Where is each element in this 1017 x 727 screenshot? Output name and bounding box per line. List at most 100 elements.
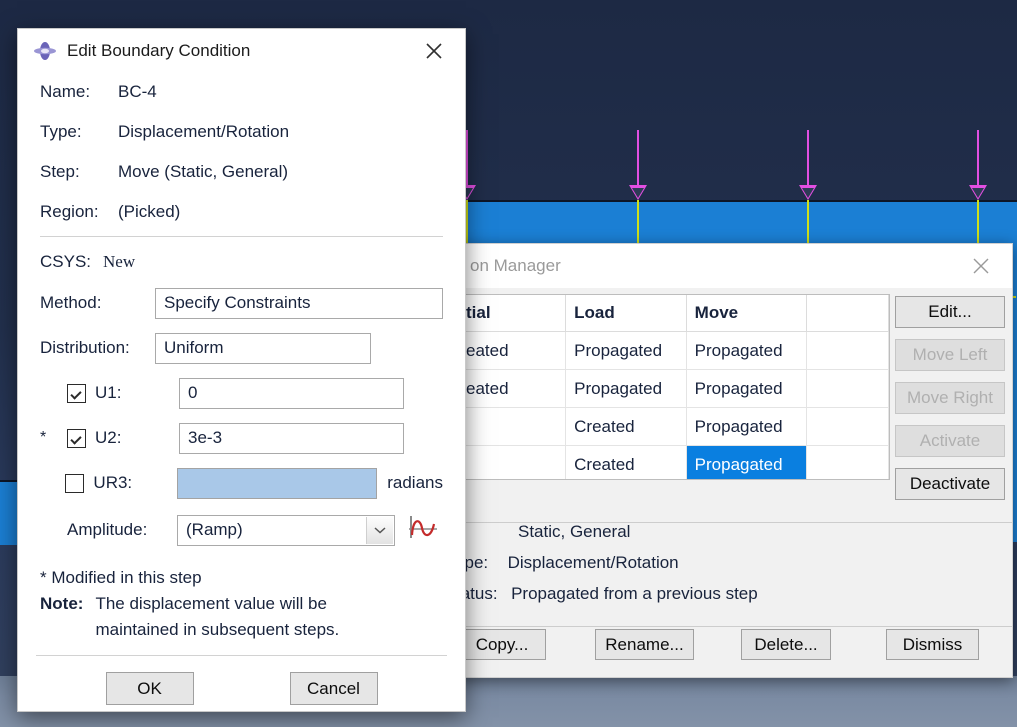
cell-move[interactable]: Propagated [686,331,808,370]
rename-button[interactable]: Rename... [595,629,694,660]
bc-spinner-icon [32,38,58,64]
name-value: BC-4 [118,81,157,101]
info-line1-value: Static, General [518,522,631,541]
col-header-blank[interactable] [806,295,889,332]
table-header-row: tial Load Move [458,295,889,332]
method-label: Method: [40,293,102,312]
cell-blank[interactable] [806,407,889,446]
info-line2-value: Displacement/Rotation [507,553,679,572]
cell-move[interactable]: Propagated [686,407,808,446]
ur3-units-label: radians [387,473,443,492]
col-header-move[interactable]: Move [686,295,808,332]
info-line3-value: Propagated from a previous step [511,584,758,603]
note-line-1: The displacement value will be [95,594,327,613]
activate-button[interactable]: Activate [895,425,1005,457]
field-row-type: Type: Displacement/Rotation [40,113,443,150]
csys-label: CSYS: [40,252,92,271]
dismiss-button[interactable]: Dismiss [886,629,979,660]
field-row-amplitude: Amplitude: (Ramp) [40,507,443,553]
part-left-edge [0,480,17,482]
u1-checkbox[interactable] [67,383,86,403]
region-value[interactable]: (Picked) [118,202,180,222]
manager-info-line2: ype: Displacement/Rotation [456,553,679,573]
type-label: Type: [40,121,82,141]
field-row-csys: CSYS: New [40,245,443,279]
cell-load[interactable]: Created [565,445,687,479]
boundary-condition-manager-window[interactable]: on Manager tial Load Move eated Propagat… [455,243,1013,678]
cell-blank[interactable] [806,331,889,370]
load-arrow-head-inner [972,188,984,198]
u2-modified-marker: * [40,429,47,446]
manager-divider-bottom [456,626,1012,627]
amplitude-select[interactable]: (Ramp) [177,514,395,546]
cell-load[interactable]: Propagated [565,331,687,370]
manager-side-buttons: Edit... Move Left Move Right Activate De… [895,296,1005,511]
region-label: Region: [40,201,99,221]
modified-footnote: * Modified in this step [40,568,202,587]
part-body-left [0,482,17,545]
amplitude-label: Amplitude: [67,520,148,539]
u2-label: U2: [95,428,122,447]
copy-button[interactable]: Copy... [458,629,546,660]
u1-input[interactable]: 0 [179,377,404,409]
deactivate-button[interactable]: Deactivate [895,468,1005,500]
dialog-notes: * Modified in this step Note: The displa… [40,565,443,643]
note-line-2: maintained in subsequent steps. [95,620,340,639]
bc-marker [807,200,809,244]
cell-initial[interactable] [458,407,567,446]
u2-checkbox[interactable] [67,428,86,448]
cell-move[interactable]: Propagated [686,369,808,408]
step-label: Step: [40,161,80,181]
part-body-top [460,202,1017,244]
cell-initial[interactable]: eated [458,369,567,408]
table-row: eated Propagated Propagated [458,369,889,408]
table-row: Created Propagated [458,407,889,446]
cell-blank[interactable] [806,445,889,479]
method-select[interactable]: Specify Constraints [155,287,443,319]
manager-title-text: on Manager [470,256,561,275]
cell-load[interactable]: Created [565,407,687,446]
delete-button[interactable]: Delete... [741,629,831,660]
cell-blank[interactable] [806,369,889,408]
distribution-select[interactable]: Uniform [155,332,371,364]
edit-button[interactable]: Edit... [895,296,1005,328]
move-left-button[interactable]: Move Left [895,339,1005,371]
cancel-button[interactable]: Cancel [289,672,378,705]
edit-dialog-title-bar: Edit Boundary Condition [18,29,465,73]
manager-info-line3: tatus: Propagated from a previous step [456,584,758,604]
ur3-checkbox[interactable] [65,473,85,493]
manager-title-bar: on Manager [456,244,1012,288]
manager-close-button[interactable] [960,246,1002,286]
dialog-action-buttons: OK Cancel [40,672,443,705]
cell-initial[interactable] [458,445,567,479]
edit-boundary-condition-dialog[interactable]: Edit Boundary Condition Name: BC-4 Type:… [17,28,466,712]
note-label: Note: [40,594,84,613]
edit-dialog-close-button[interactable] [413,31,455,71]
u2-value: 3e-3 [188,428,223,447]
bc-manager-table: tial Load Move eated Propagated Propagat… [458,295,889,479]
field-row-region: Region: (Picked) [40,193,443,230]
cell-initial[interactable]: eated [458,331,567,370]
dialog-divider-top [40,236,443,237]
table-row: eated Propagated Propagated [458,331,889,370]
field-row-name: Name: BC-4 [40,73,443,110]
bc-manager-table-container[interactable]: tial Load Move eated Propagated Propagat… [457,294,890,480]
distribution-label: Distribution: [40,338,130,357]
cell-load[interactable]: Propagated [565,369,687,408]
move-right-button[interactable]: Move Right [895,382,1005,414]
u2-input[interactable]: 3e-3 [179,422,404,454]
ur3-input[interactable] [177,467,378,499]
col-header-load[interactable]: Load [565,295,687,332]
ok-button[interactable]: OK [105,672,194,705]
u1-label: U1: [95,383,122,402]
col-header-initial[interactable]: tial [458,295,567,332]
bc-marker [977,200,979,244]
load-arrow-head-inner [632,188,644,198]
amplitude-waveform-icon[interactable] [407,513,441,548]
edit-dialog-title-text: Edit Boundary Condition [67,41,251,60]
chevron-down-icon[interactable] [366,516,393,544]
amplitude-value: (Ramp) [186,520,243,539]
cell-move-selected[interactable]: Propagated [686,445,808,479]
csys-value[interactable]: New [103,252,135,272]
u1-value: 0 [188,383,198,402]
